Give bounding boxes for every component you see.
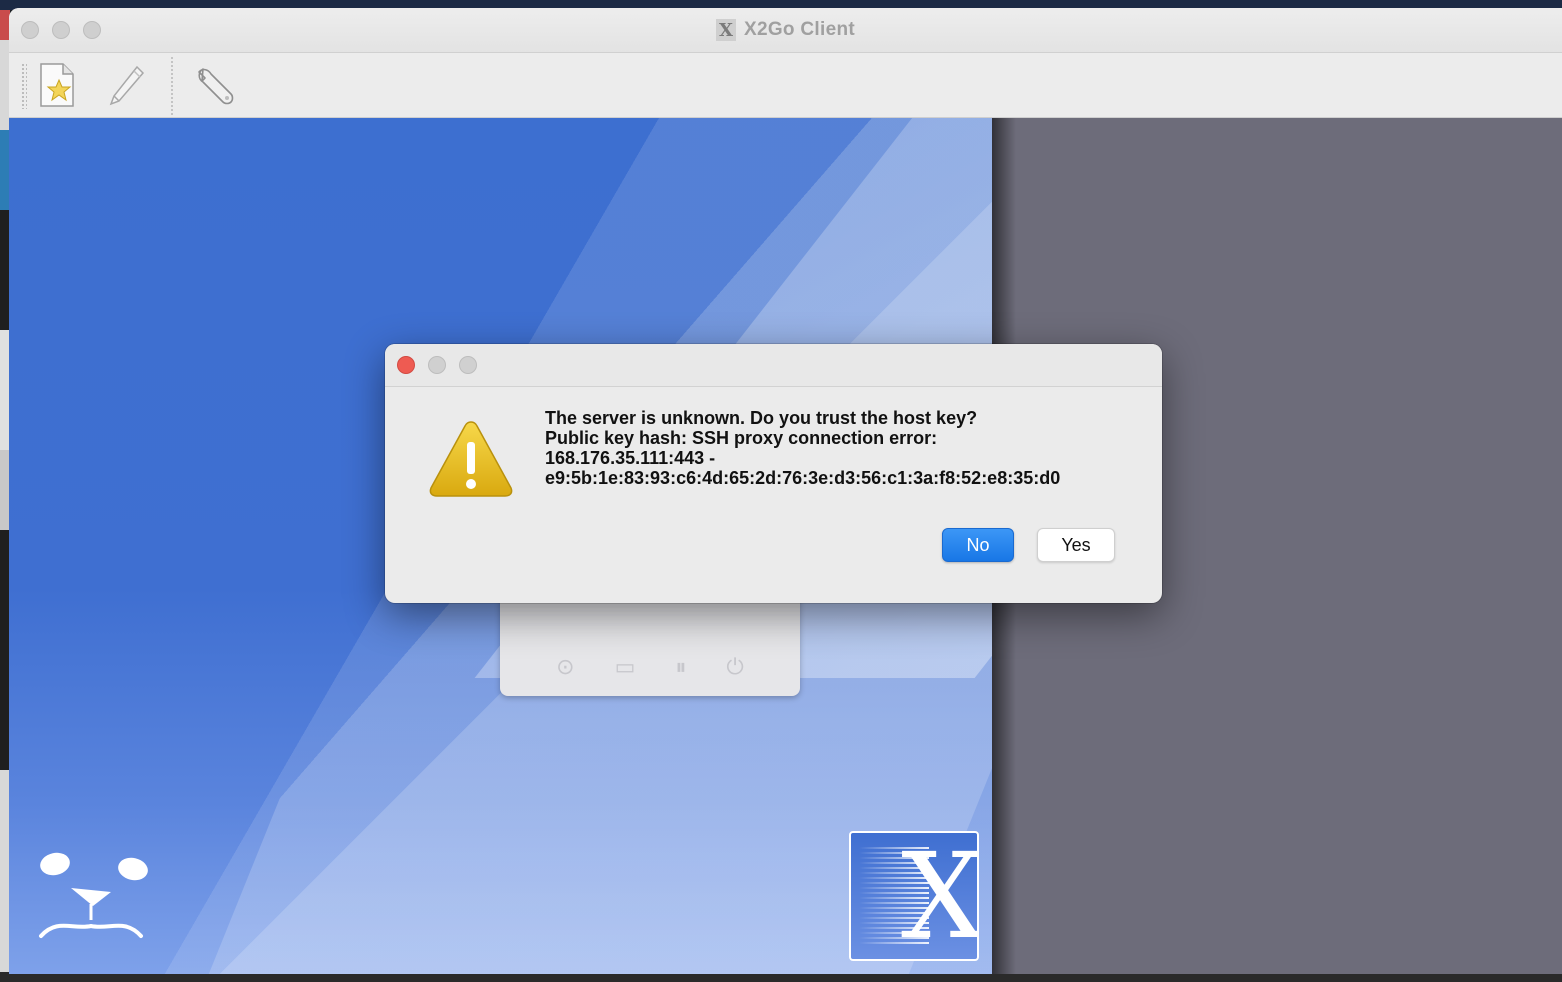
folder-icon[interactable]: ▭ — [615, 654, 636, 680]
host-key-dialog: The server is unknown. Do you trust the … — [385, 344, 1162, 603]
window-title-group: X X2Go Client — [9, 8, 1562, 52]
message-line-hash-label: Public key hash: SSH proxy connection er… — [545, 428, 938, 448]
dialog-message: The server is unknown. Do you trust the … — [545, 408, 1145, 488]
message-line-address: 168.176.35.111:443 - — [545, 448, 716, 468]
new-session-button[interactable] — [31, 59, 83, 111]
preferences-button[interactable] — [189, 59, 241, 111]
x2go-logo-letter: X — [901, 831, 979, 961]
x2go-app-icon: X — [716, 19, 736, 41]
yes-button[interactable]: Yes — [1037, 528, 1115, 562]
message-line-fingerprint: e9:5b:1e:83:93:c6:4d:65:2d:76:3e:d3:56:c… — [545, 468, 1061, 488]
toolbar-separator — [171, 57, 173, 115]
dialog-close-button[interactable] — [397, 356, 415, 374]
window-titlebar: X X2Go Client — [9, 8, 1562, 53]
dialog-zoom-button — [459, 356, 477, 374]
main-toolbar — [9, 53, 1562, 118]
pencil-icon — [109, 65, 145, 106]
window-title: X2Go Client — [744, 19, 855, 40]
warning-icon — [429, 421, 513, 497]
x2go-logo: X — [849, 831, 979, 961]
wrench-icon — [198, 68, 234, 105]
pause-icon[interactable]: ⏸ — [675, 654, 686, 680]
circle-icon[interactable]: ⊙ — [556, 654, 574, 680]
session-card[interactable]: ⊙ ▭ ⏸ ⏻ — [500, 588, 800, 696]
dialog-titlebar — [385, 344, 1162, 387]
power-icon[interactable]: ⏻ — [726, 654, 743, 680]
toolbar-grip[interactable] — [21, 63, 27, 109]
new-document-star-icon — [40, 63, 74, 107]
message-line-question: The server is unknown. Do you trust the … — [545, 408, 978, 428]
no-button[interactable]: No — [942, 528, 1014, 562]
session-card-icons: ⊙ ▭ ⏸ ⏻ — [500, 654, 800, 680]
edit-session-button[interactable] — [101, 59, 153, 111]
dialog-minimize-button — [428, 356, 446, 374]
mascot-face-icon — [39, 852, 148, 938]
